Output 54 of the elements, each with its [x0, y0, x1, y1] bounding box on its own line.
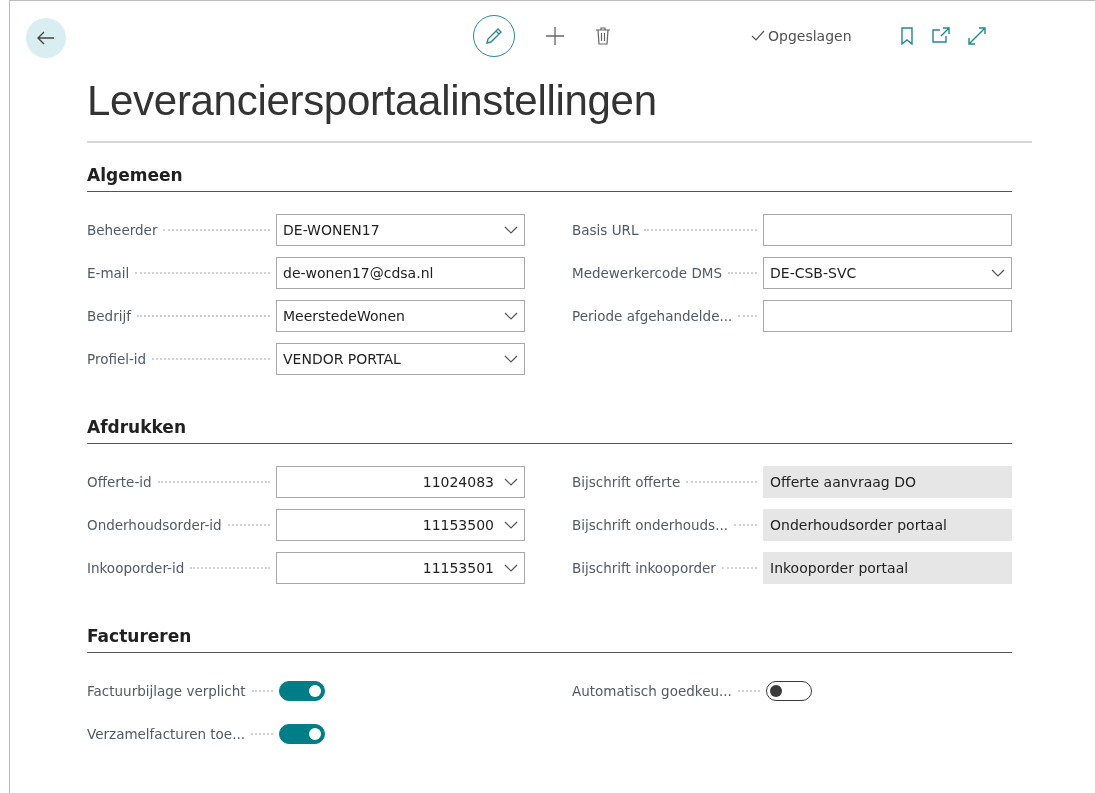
field-label: Offerte-id	[87, 474, 152, 490]
expand-icon[interactable]	[967, 27, 986, 45]
dropdown-field[interactable]: VENDOR PORTAL	[276, 343, 525, 375]
page-title: Leveranciersportaalinstellingen	[87, 77, 1032, 143]
field-label: Onderhoudsorder-id	[87, 517, 222, 533]
dropdown-field[interactable]: 11153500	[276, 509, 525, 541]
chevron-down-icon[interactable]	[504, 355, 518, 363]
field-label: Bijschrift offerte	[572, 474, 681, 490]
pencil-icon[interactable]	[484, 26, 504, 46]
field-label: Basis URL	[572, 222, 639, 238]
edit-button[interactable]	[473, 15, 515, 57]
add-icon[interactable]	[545, 26, 565, 46]
toggle-switch[interactable]	[279, 681, 325, 701]
dropdown-field[interactable]: MeerstedeWonen	[276, 300, 525, 332]
checkmark-icon	[751, 30, 765, 42]
field-label: Factuurbijlage verplicht	[87, 683, 246, 699]
delete-icon[interactable]	[595, 27, 611, 45]
input-field[interactable]	[763, 214, 1012, 246]
field-label: Profiel-id	[87, 351, 147, 367]
readonly-field: Offerte aanvraag DO	[763, 466, 1012, 498]
chevron-down-icon[interactable]	[504, 564, 518, 572]
section-heading: Afdrukken	[87, 417, 1012, 444]
section-heading: Factureren	[87, 626, 1012, 653]
field-label: E-mail	[87, 265, 130, 281]
toggle-switch[interactable]	[279, 724, 325, 744]
dropdown-field[interactable]: DE-WONEN17	[276, 214, 525, 246]
field-label: Bijschrift inkooporder	[572, 560, 716, 576]
field-label: Bedrijf	[87, 308, 131, 324]
bookmark-icon[interactable]	[899, 27, 914, 45]
back-button[interactable]	[26, 18, 66, 58]
dropdown-field[interactable]: DE-CSB-SVC	[763, 257, 1012, 289]
saved-status: Opgeslagen	[768, 28, 852, 44]
dropdown-field[interactable]: 11024083	[276, 466, 525, 498]
field-label: Inkooporder-id	[87, 560, 185, 576]
chevron-down-icon[interactable]	[504, 521, 518, 529]
chevron-down-icon[interactable]	[991, 269, 1005, 277]
section-heading: Algemeen	[87, 165, 1012, 192]
chevron-down-icon[interactable]	[504, 226, 518, 234]
input-field[interactable]	[763, 300, 1012, 332]
readonly-field: Onderhoudsorder portaal	[763, 509, 1012, 541]
dropdown-field[interactable]: 11153501	[276, 552, 525, 584]
input-field[interactable]: de-wonen17@cdsa.nl	[276, 257, 525, 289]
field-label: Bijschrift onderhouds...	[572, 517, 729, 533]
field-label: Medewerkercode DMS	[572, 265, 723, 281]
field-label: Verzamelfacturen toe...	[87, 726, 246, 742]
readonly-field: Inkooporder portaal	[763, 552, 1012, 584]
open-new-window-icon[interactable]	[931, 27, 950, 45]
field-label: Beheerder	[87, 222, 158, 238]
toggle-switch[interactable]	[766, 681, 812, 701]
chevron-down-icon[interactable]	[504, 312, 518, 320]
back-arrow-icon[interactable]	[37, 31, 55, 45]
chevron-down-icon[interactable]	[504, 478, 518, 486]
field-label: Periode afgehandelde...	[572, 308, 733, 324]
field-label: Automatisch goedkeu...	[572, 683, 732, 699]
